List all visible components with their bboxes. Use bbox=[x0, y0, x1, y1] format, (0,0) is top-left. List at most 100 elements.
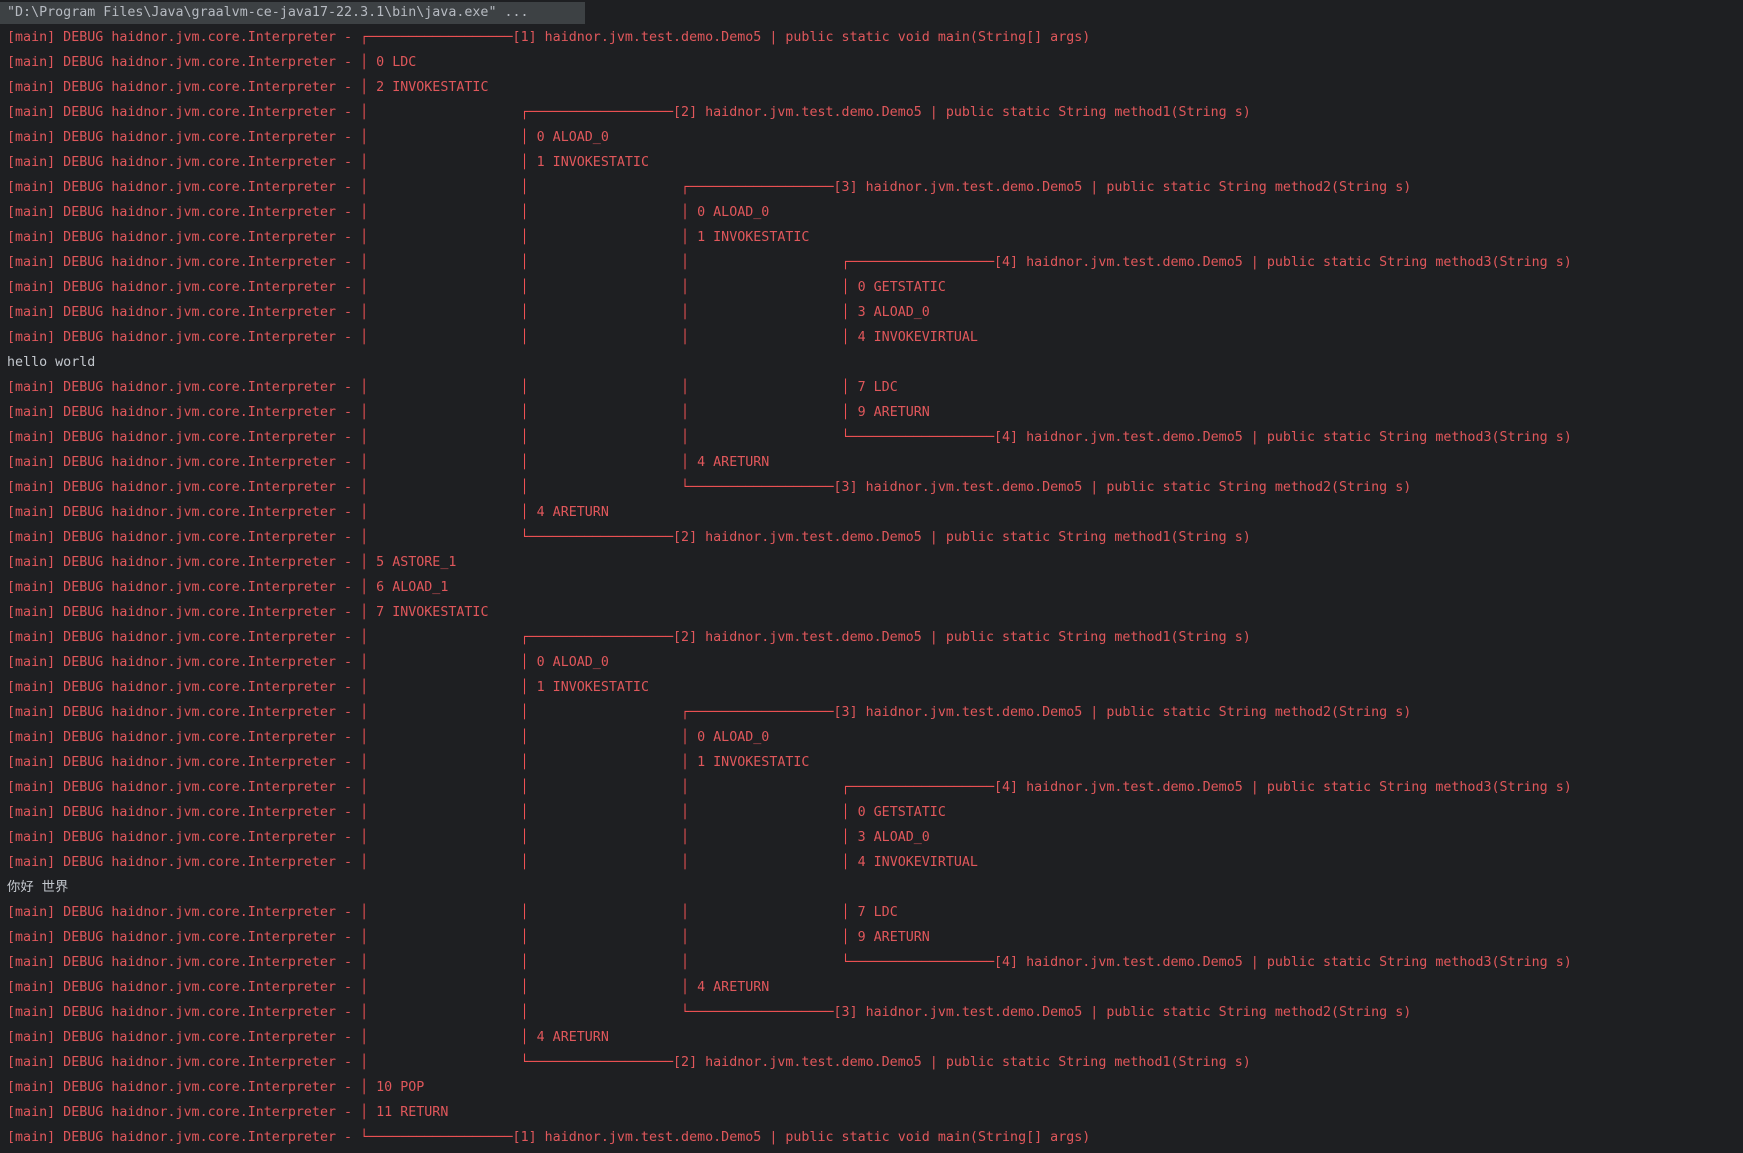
log-prefix: [main] DEBUG haidnor.jvm.core.Interprete… bbox=[7, 805, 360, 820]
console-output[interactable]: "D:\Program Files\Java\graalvm-ce-java17… bbox=[0, 0, 1743, 1150]
log-prefix: [main] DEBUG haidnor.jvm.core.Interprete… bbox=[7, 505, 360, 520]
frame-tree: │ │ │ │ bbox=[360, 930, 858, 945]
frame-tree: │ │ bbox=[360, 505, 537, 520]
instruction-text: 0 ALOAD_0 bbox=[697, 730, 769, 745]
instruction-text: 4 INVOKEVIRTUAL bbox=[858, 330, 978, 345]
log-prefix: [main] DEBUG haidnor.jvm.core.Interprete… bbox=[7, 955, 360, 970]
log-prefix: [main] DEBUG haidnor.jvm.core.Interprete… bbox=[7, 230, 360, 245]
log-prefix: [main] DEBUG haidnor.jvm.core.Interprete… bbox=[7, 480, 360, 495]
frame-enter-text: [2] haidnor.jvm.test.demo.Demo5 | public… bbox=[673, 630, 1251, 645]
log-line: [main] DEBUG haidnor.jvm.core.Interprete… bbox=[0, 1000, 1743, 1025]
instruction-text: 4 INVOKEVIRTUAL bbox=[858, 855, 978, 870]
log-prefix: [main] DEBUG haidnor.jvm.core.Interprete… bbox=[7, 305, 360, 320]
instruction-text: 9 ARETURN bbox=[858, 930, 930, 945]
instruction-text: 0 GETSTATIC bbox=[858, 805, 946, 820]
log-prefix: [main] DEBUG haidnor.jvm.core.Interprete… bbox=[7, 705, 360, 720]
frame-tree: │ bbox=[360, 80, 376, 95]
frame-tree: │ │ │ │ bbox=[360, 380, 858, 395]
frame-tree: │ bbox=[360, 555, 376, 570]
log-prefix: [main] DEBUG haidnor.jvm.core.Interprete… bbox=[7, 680, 360, 695]
frame-tree: │ │ │ │ bbox=[360, 830, 858, 845]
log-prefix: [main] DEBUG haidnor.jvm.core.Interprete… bbox=[7, 930, 360, 945]
frame-tree: │ │ │ │ bbox=[360, 805, 858, 820]
stdout-text: 你好 世界 bbox=[7, 880, 68, 895]
frame-tree: │ bbox=[360, 605, 376, 620]
log-prefix: [main] DEBUG haidnor.jvm.core.Interprete… bbox=[7, 405, 360, 420]
frame-exit-text: [3] haidnor.jvm.test.demo.Demo5 | public… bbox=[834, 1005, 1412, 1020]
frame-tree: │ │ │ └────────────────── bbox=[360, 955, 994, 970]
log-line: [main] DEBUG haidnor.jvm.core.Interprete… bbox=[0, 750, 1743, 775]
log-line: [main] DEBUG haidnor.jvm.core.Interprete… bbox=[0, 175, 1743, 200]
log-line: [main] DEBUG haidnor.jvm.core.Interprete… bbox=[0, 575, 1743, 600]
log-line: [main] DEBUG haidnor.jvm.core.Interprete… bbox=[0, 975, 1743, 1000]
instruction-text: 11 RETURN bbox=[376, 1105, 448, 1120]
frame-tree: ┌────────────────── bbox=[360, 30, 512, 45]
command-line: "D:\Program Files\Java\graalvm-ce-java17… bbox=[0, 0, 1743, 25]
frame-tree: │ │ bbox=[360, 680, 537, 695]
frame-tree: │ bbox=[360, 580, 376, 595]
frame-tree: │ │ bbox=[360, 155, 537, 170]
instruction-text: 0 LDC bbox=[376, 55, 416, 70]
log-line: [main] DEBUG haidnor.jvm.core.Interprete… bbox=[0, 525, 1743, 550]
instruction-text: 3 ALOAD_0 bbox=[858, 305, 930, 320]
log-prefix: [main] DEBUG haidnor.jvm.core.Interprete… bbox=[7, 780, 360, 795]
frame-exit-text: [4] haidnor.jvm.test.demo.Demo5 | public… bbox=[994, 430, 1572, 445]
frame-exit-text: [4] haidnor.jvm.test.demo.Demo5 | public… bbox=[994, 955, 1572, 970]
log-line: [main] DEBUG haidnor.jvm.core.Interprete… bbox=[0, 550, 1743, 575]
frame-tree: │ │ bbox=[360, 1030, 537, 1045]
frame-tree: │ │ │ bbox=[360, 455, 697, 470]
log-prefix: [main] DEBUG haidnor.jvm.core.Interprete… bbox=[7, 280, 360, 295]
frame-exit-text: [3] haidnor.jvm.test.demo.Demo5 | public… bbox=[834, 480, 1412, 495]
frame-enter-text: [4] haidnor.jvm.test.demo.Demo5 | public… bbox=[994, 780, 1572, 795]
frame-tree: │ │ │ bbox=[360, 230, 697, 245]
log-prefix: [main] DEBUG haidnor.jvm.core.Interprete… bbox=[7, 255, 360, 270]
log-line: [main] DEBUG haidnor.jvm.core.Interprete… bbox=[0, 1025, 1743, 1050]
frame-tree: │ │ └────────────────── bbox=[360, 480, 833, 495]
log-prefix: [main] DEBUG haidnor.jvm.core.Interprete… bbox=[7, 455, 360, 470]
instruction-text: 4 ARETURN bbox=[537, 505, 609, 520]
instruction-text: 0 ALOAD_0 bbox=[537, 130, 609, 145]
frame-tree: │ │ └────────────────── bbox=[360, 1005, 833, 1020]
log-line: [main] DEBUG haidnor.jvm.core.Interprete… bbox=[0, 600, 1743, 625]
frame-enter-text: [2] haidnor.jvm.test.demo.Demo5 | public… bbox=[673, 105, 1251, 120]
log-line: [main] DEBUG haidnor.jvm.core.Interprete… bbox=[0, 725, 1743, 750]
frame-tree: │ │ ┌────────────────── bbox=[360, 705, 833, 720]
log-line: [main] DEBUG haidnor.jvm.core.Interprete… bbox=[0, 325, 1743, 350]
log-prefix: [main] DEBUG haidnor.jvm.core.Interprete… bbox=[7, 80, 360, 95]
log-prefix: [main] DEBUG haidnor.jvm.core.Interprete… bbox=[7, 905, 360, 920]
log-prefix: [main] DEBUG haidnor.jvm.core.Interprete… bbox=[7, 380, 360, 395]
instruction-text: 3 ALOAD_0 bbox=[858, 830, 930, 845]
log-line: [main] DEBUG haidnor.jvm.core.Interprete… bbox=[0, 400, 1743, 425]
frame-tree: │ │ │ │ bbox=[360, 855, 858, 870]
log-line: [main] DEBUG haidnor.jvm.core.Interprete… bbox=[0, 500, 1743, 525]
log-line: [main] DEBUG haidnor.jvm.core.Interprete… bbox=[0, 225, 1743, 250]
log-prefix: [main] DEBUG haidnor.jvm.core.Interprete… bbox=[7, 1105, 360, 1120]
frame-enter-text: [1] haidnor.jvm.test.demo.Demo5 | public… bbox=[513, 30, 1091, 45]
log-line: [main] DEBUG haidnor.jvm.core.Interprete… bbox=[0, 1100, 1743, 1125]
log-prefix: [main] DEBUG haidnor.jvm.core.Interprete… bbox=[7, 630, 360, 645]
log-line: [main] DEBUG haidnor.jvm.core.Interprete… bbox=[0, 1125, 1743, 1150]
log-line: [main] DEBUG haidnor.jvm.core.Interprete… bbox=[0, 1075, 1743, 1100]
instruction-text: 4 ARETURN bbox=[697, 980, 769, 995]
log-prefix: [main] DEBUG haidnor.jvm.core.Interprete… bbox=[7, 330, 360, 345]
log-line: [main] DEBUG haidnor.jvm.core.Interprete… bbox=[0, 125, 1743, 150]
log-prefix: [main] DEBUG haidnor.jvm.core.Interprete… bbox=[7, 830, 360, 845]
log-prefix: [main] DEBUG haidnor.jvm.core.Interprete… bbox=[7, 1055, 360, 1070]
log-line: [main] DEBUG haidnor.jvm.core.Interprete… bbox=[0, 50, 1743, 75]
log-line: [main] DEBUG haidnor.jvm.core.Interprete… bbox=[0, 650, 1743, 675]
instruction-text: 4 ARETURN bbox=[697, 455, 769, 470]
frame-enter-text: [4] haidnor.jvm.test.demo.Demo5 | public… bbox=[994, 255, 1572, 270]
log-line: [main] DEBUG haidnor.jvm.core.Interprete… bbox=[0, 75, 1743, 100]
command-text: "D:\Program Files\Java\graalvm-ce-java17… bbox=[0, 2, 585, 24]
instruction-text: 0 ALOAD_0 bbox=[537, 655, 609, 670]
instruction-text: 6 ALOAD_1 bbox=[376, 580, 448, 595]
log-line: [main] DEBUG haidnor.jvm.core.Interprete… bbox=[0, 200, 1743, 225]
log-line: [main] DEBUG haidnor.jvm.core.Interprete… bbox=[0, 775, 1743, 800]
log-prefix: [main] DEBUG haidnor.jvm.core.Interprete… bbox=[7, 205, 360, 220]
frame-exit-text: [1] haidnor.jvm.test.demo.Demo5 | public… bbox=[513, 1130, 1091, 1145]
instruction-text: 5 ASTORE_1 bbox=[376, 555, 456, 570]
frame-tree: └────────────────── bbox=[360, 1130, 512, 1145]
log-prefix: [main] DEBUG haidnor.jvm.core.Interprete… bbox=[7, 530, 360, 545]
frame-exit-text: [2] haidnor.jvm.test.demo.Demo5 | public… bbox=[673, 1055, 1251, 1070]
log-prefix: [main] DEBUG haidnor.jvm.core.Interprete… bbox=[7, 580, 360, 595]
